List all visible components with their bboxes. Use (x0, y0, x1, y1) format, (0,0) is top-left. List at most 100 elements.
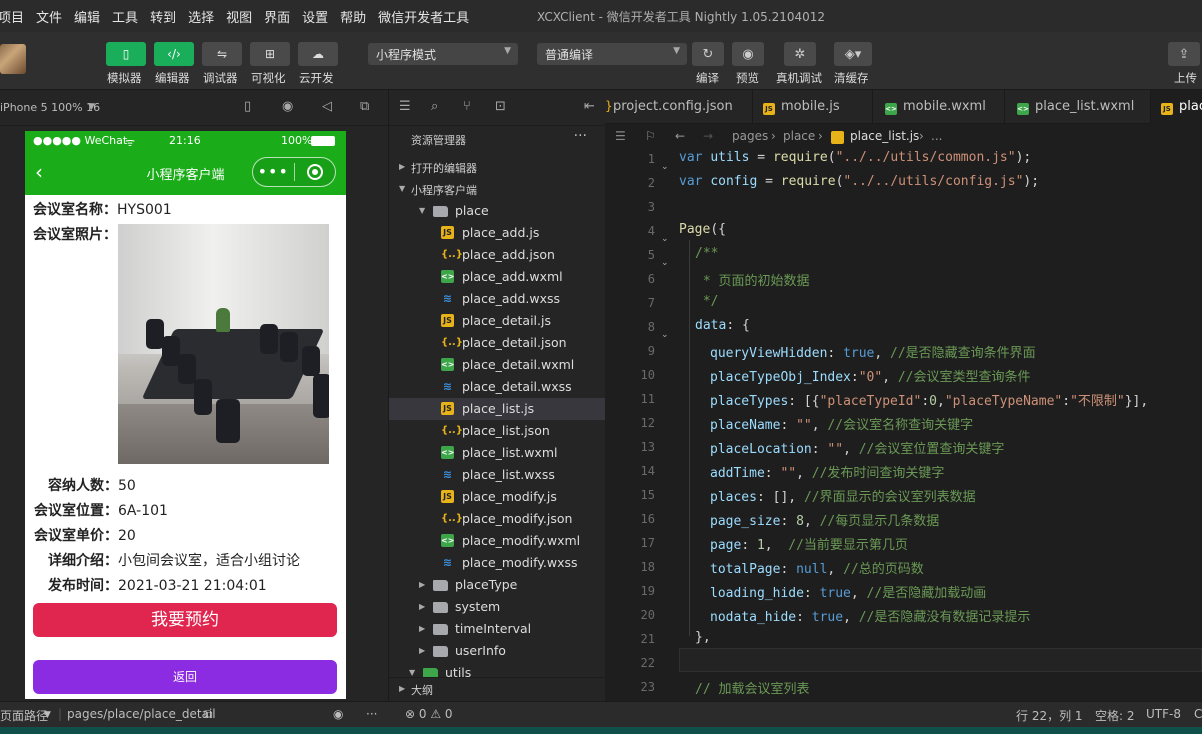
tree-folder[interactable]: ▶ placeType (389, 574, 606, 596)
tab-mobile-js[interactable]: JS mobile.js (753, 90, 873, 124)
tree-folder[interactable]: ▶ userInfo (389, 640, 606, 662)
tree-file[interactable]: JS place_add.js (389, 222, 606, 244)
tree-file[interactable]: JS place_modify.js (389, 486, 606, 508)
preview-button[interactable]: ◉ (732, 42, 764, 66)
menu-interface[interactable]: 界面 (258, 7, 296, 26)
copy-icon[interactable]: ⧉ (204, 707, 213, 722)
remote-debug-button[interactable]: ✲ (784, 42, 816, 66)
breadcrumb-separator: › (919, 129, 924, 143)
wxml-file-icon: <> (1017, 103, 1029, 115)
tree-file[interactable]: JS place_detail.js (389, 310, 606, 332)
menu-settings[interactable]: 设置 (296, 7, 334, 26)
more-dots-icon[interactable]: ••• (253, 158, 294, 186)
menu-file[interactable]: 文件 (30, 7, 68, 26)
tree-folder[interactable]: ▼ place (389, 200, 606, 222)
tree-file[interactable]: <> place_add.wxml (389, 266, 606, 288)
breadcrumb-item[interactable]: ... (931, 129, 942, 143)
record-icon[interactable]: ◉ (282, 99, 293, 114)
visual-toggle-button[interactable]: ⊞ (250, 42, 290, 66)
tree-file[interactable]: ≋ place_list.wxss (389, 464, 606, 486)
tab-place-list-js[interactable]: JS plac (1151, 90, 1202, 124)
tab-place-list-wxml[interactable]: <> place_list.wxml (1005, 90, 1151, 124)
sound-icon[interactable]: ◁ (322, 99, 332, 114)
problems-indicator[interactable]: ⊗ 0 ⚠ 0 (405, 707, 453, 721)
menu-select[interactable]: 选择 (182, 7, 220, 26)
line-ending[interactable]: C (1194, 707, 1202, 721)
breadcrumb-item[interactable]: place_list.js (850, 129, 919, 143)
eye-icon[interactable]: ◉ (333, 707, 343, 721)
extensions-icon[interactable]: ⊡ (495, 99, 506, 114)
search-icon[interactable]: ⌕ (431, 99, 438, 114)
project-section[interactable]: ▼ 小程序客户端 (389, 178, 606, 200)
phone-outline-icon[interactable]: ▯ (244, 99, 251, 114)
fold-icon[interactable]: ⌄ (661, 330, 669, 340)
tree-item-label: userInfo (455, 643, 506, 658)
page-path[interactable]: pages/place/place_detail (67, 707, 216, 721)
tree-file[interactable]: ≋ place_add.wxss (389, 288, 606, 310)
breadcrumb-item[interactable]: place (783, 129, 815, 143)
tree-file[interactable]: {..} place_detail.json (389, 332, 606, 354)
menu-project[interactable]: 项目 (0, 7, 30, 26)
tree-file[interactable]: ≋ place_modify.wxss (389, 552, 606, 574)
nav-forward-icon[interactable]: → (703, 129, 713, 143)
simulator-toggle-button[interactable]: ▯ (106, 42, 146, 66)
close-miniprogram-icon[interactable] (294, 164, 335, 180)
menu-goto[interactable]: 转到 (144, 7, 182, 26)
tab-overflow-icon[interactable]: } (605, 99, 613, 113)
more-icon[interactable]: ··· (366, 707, 377, 721)
tree-file[interactable]: {..} place_add.json (389, 244, 606, 266)
upload-button[interactable]: ⇪ (1168, 42, 1200, 66)
indentation[interactable]: 空格: 2 (1095, 707, 1135, 724)
tab-mobile-wxml[interactable]: <> mobile.wxml (873, 90, 1005, 124)
editor-toggle-button[interactable]: ‹/› (154, 42, 194, 66)
collapse-sidebar-icon[interactable]: ⇤ (584, 99, 595, 114)
bookmark-icon[interactable]: ⚐ (645, 129, 656, 143)
nav-back-icon[interactable]: ← (675, 129, 685, 143)
js-file-icon: JS (441, 226, 454, 239)
breadcrumb-item[interactable]: pages (732, 129, 768, 143)
menu-view[interactable]: 视图 (220, 7, 258, 26)
code-line: places: [], //界面显示的会议室列表数据 (710, 490, 976, 505)
code-line: loading_hide: true, //是否隐藏加载动画 (710, 586, 987, 601)
explorer-panel: ☰ ⌕ ⑂ ⊡ ⇤ 资源管理器 ··· ▶ 打开的编辑器 ▼ 小程序客户端 ▼ p… (388, 90, 606, 701)
json-file-icon: {..} (441, 425, 463, 436)
fold-icon[interactable]: ⌄ (661, 258, 669, 268)
tab-project-config[interactable]: project.config.json (613, 90, 753, 124)
fold-icon[interactable]: ⌄ (661, 234, 669, 244)
tree-file[interactable]: {..} place_list.json (389, 420, 606, 442)
popout-icon[interactable]: ⧉ (360, 99, 369, 114)
outline-section[interactable]: ▶ 大纲 (389, 677, 606, 699)
compile-button[interactable]: ↻ (692, 42, 724, 66)
tree-folder[interactable]: ▶ system (389, 596, 606, 618)
list-icon[interactable]: ☰ (615, 129, 626, 143)
back-button[interactable]: 返回 (33, 660, 337, 694)
clear-cache-button[interactable]: ◈▾ (834, 42, 872, 66)
battery-text: 100% (281, 134, 313, 147)
compile-select[interactable]: 普通编译 ▼ (537, 43, 687, 65)
book-button[interactable]: 我要预约 (33, 603, 337, 637)
files-icon[interactable]: ☰ (399, 99, 411, 114)
avatar[interactable] (0, 44, 26, 74)
mode-select[interactable]: 小程序模式 ▼ (368, 43, 518, 65)
tree-file[interactable]: JS place_list.js (389, 398, 606, 420)
fold-icon[interactable]: ⌄ (661, 162, 669, 172)
tree-folder[interactable]: ▶ timeInterval (389, 618, 606, 640)
device-select[interactable]: iPhone 5 100% 16 (0, 101, 100, 114)
cursor-position[interactable]: 行 22，列 1 (1016, 707, 1083, 724)
menu-tools[interactable]: 工具 (106, 7, 144, 26)
more-icon[interactable]: ··· (574, 128, 587, 144)
open-editors-section[interactable]: ▶ 打开的编辑器 (389, 156, 606, 178)
tree-file[interactable]: <> place_list.wxml (389, 442, 606, 464)
menu-devtools[interactable]: 微信开发者工具 (372, 7, 475, 26)
tree-file[interactable]: {..} place_modify.json (389, 508, 606, 530)
tree-file[interactable]: <> place_detail.wxml (389, 354, 606, 376)
source-control-icon[interactable]: ⑂ (463, 99, 471, 114)
cloud-dev-button[interactable]: ☁ (298, 42, 338, 66)
encoding[interactable]: UTF-8 (1146, 707, 1181, 721)
debugger-toggle-button[interactable]: ⇋ (202, 42, 242, 66)
tree-file[interactable]: <> place_modify.wxml (389, 530, 606, 552)
menu-help[interactable]: 帮助 (334, 7, 372, 26)
tree-file[interactable]: ≋ place_detail.wxss (389, 376, 606, 398)
menu-edit[interactable]: 编辑 (68, 7, 106, 26)
code-area[interactable]: 1 2 3 4 5 6 7 8 9 10 11 12 13 14 15 16 17 18 19 20 21 22 23 ⌄ … (605, 150, 1202, 701)
